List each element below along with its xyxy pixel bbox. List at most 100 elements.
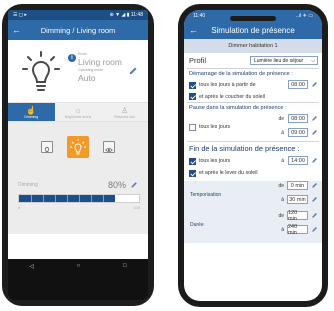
app-bar: ← Simulation de présence xyxy=(184,21,322,39)
back-arrow-icon[interactable]: ← xyxy=(12,25,26,35)
dimming-level-fill xyxy=(19,195,115,202)
start-every-day-row: tous les jours à partir de 08:00 xyxy=(184,79,322,91)
nav-back-icon[interactable]: ◁ xyxy=(29,263,34,270)
scale-min: 0 xyxy=(18,205,21,210)
dimming-label: Dimming xyxy=(18,182,38,188)
system-nav-bar: ◁ ○ □ xyxy=(8,259,148,273)
back-arrow-icon[interactable]: ← xyxy=(189,25,201,35)
hand-icon: ☝ xyxy=(26,105,37,115)
bar-tick xyxy=(79,195,80,202)
tab-label: Dimming xyxy=(24,114,39,119)
pause-every-day-checkbox[interactable] xyxy=(189,123,196,131)
profile-value: Lumière lieu de séjour xyxy=(254,57,304,64)
mode-off-button[interactable] xyxy=(41,141,53,153)
sun-icon: ☼ xyxy=(74,105,82,115)
start-heading: Démarrage de la simulation de présence : xyxy=(189,71,293,77)
tempo-label: Temporisation xyxy=(190,192,222,198)
nav-recent-icon[interactable]: □ xyxy=(123,263,127,269)
walk-icon: ♙ xyxy=(121,105,129,115)
mode-selector xyxy=(8,136,148,158)
edit-pencil-icon[interactable] xyxy=(311,182,318,189)
profile-row: Profil Lumière lieu de séjour ⌵ xyxy=(184,53,322,68)
mode-auto-button[interactable] xyxy=(103,141,115,153)
start-time-field[interactable]: 08:00 xyxy=(288,80,308,89)
eye-icon xyxy=(105,148,113,152)
tab-dimming[interactable]: ☝ Dimming xyxy=(8,103,55,121)
room-label: Room xyxy=(78,52,88,56)
duration-label: Durée xyxy=(190,222,204,228)
mode-label: Operating mode xyxy=(78,68,104,72)
info-icon[interactable]: i xyxy=(68,54,76,62)
android-phone: ☰ ◻ ▸ ⊕ ▼ ◢ ▮ 11:48 ← Dimming / Living r… xyxy=(2,4,154,306)
bar-tick xyxy=(55,195,56,202)
edit-pencil-icon[interactable] xyxy=(311,115,318,122)
after-sunset-checkbox[interactable] xyxy=(189,93,196,100)
status-time: 11:40 xyxy=(193,12,206,19)
tab-presence-simulation[interactable]: ♙ Presence sim. xyxy=(101,103,148,121)
end-every-day-checkbox[interactable] xyxy=(189,157,196,165)
edit-pencil-icon[interactable] xyxy=(311,157,318,164)
profile-select[interactable]: Lumière lieu de séjour ⌵ xyxy=(250,56,318,65)
pause-heading: Pause dans la simulation de présence : xyxy=(189,105,287,111)
end-heading: Fin de la simulation de présence : xyxy=(189,144,300,153)
start-every-day-label: tous les jours à partir de xyxy=(199,82,256,88)
edit-pencil-icon[interactable] xyxy=(311,81,318,88)
end-time-field[interactable]: 14:00 xyxy=(288,156,308,165)
pause-from-label: de xyxy=(278,116,284,122)
tempo-to-label: à xyxy=(281,197,284,203)
bar-tick xyxy=(67,195,68,202)
end-every-day-label: tous les jours xyxy=(199,158,231,164)
tempo-from-label: de xyxy=(278,183,284,189)
status-right: ⊕ ▼ ◢ ▮ 11:48 xyxy=(109,12,143,18)
dimming-value: 80% xyxy=(107,180,126,190)
tab-label: Presence sim. xyxy=(113,114,136,119)
edit-pencil-icon[interactable] xyxy=(311,196,318,203)
phone-chin xyxy=(8,273,148,300)
tab-label: Brightness levels xyxy=(64,114,92,119)
pause-every-day-label: tous les jours xyxy=(199,124,231,130)
dur-to-field[interactable]: 240 min xyxy=(287,224,308,236)
function-tabs: ☝ Dimming ☼ Brightness levels ♙ Presence… xyxy=(8,102,148,122)
tab-brightness-levels[interactable]: ☼ Brightness levels xyxy=(55,103,102,121)
edit-pencil-icon[interactable] xyxy=(311,129,318,136)
pause-to-label: à xyxy=(281,130,284,136)
after-sunset-row: et après le coucher du soleil xyxy=(184,91,322,102)
bulb-on-icon xyxy=(70,139,86,155)
pause-to-field[interactable]: 09:00 xyxy=(288,128,308,137)
tempo-from-field[interactable]: 0 min xyxy=(287,181,308,190)
edit-pencil-icon[interactable] xyxy=(130,181,138,189)
end-at-label: à xyxy=(281,158,284,164)
lightbulb-icon xyxy=(22,51,60,91)
after-sunrise-checkbox[interactable] xyxy=(189,169,196,177)
notch xyxy=(230,16,276,21)
after-sunset-label: et après le coucher du soleil xyxy=(199,93,265,100)
after-sunrise-row: et après le lever du soleil xyxy=(184,167,322,179)
product-screenshot: ☰ ◻ ▸ ⊕ ▼ ◢ ▮ 11:48 ← Dimming / Living r… xyxy=(0,0,334,311)
edit-pencil-icon[interactable] xyxy=(311,212,318,219)
edit-pencil-icon[interactable] xyxy=(311,226,318,233)
iphone-screen: 11:40 ..ıl ✈ ▭ ← Simulation de présence … xyxy=(184,10,322,301)
bar-tick xyxy=(43,195,44,202)
nav-home-icon[interactable]: ○ xyxy=(77,263,81,269)
status-right: ..ıl ✈ ▭ xyxy=(296,12,313,19)
bar-tick xyxy=(103,195,104,202)
mode-on-button[interactable] xyxy=(67,136,89,158)
iphone: 11:40 ..ıl ✈ ▭ ← Simulation de présence … xyxy=(178,4,328,307)
tempo-to-field[interactable]: 30 min xyxy=(287,195,308,204)
status-bar: ☰ ◻ ▸ ⊕ ▼ ◢ ▮ 11:48 xyxy=(8,10,148,20)
after-sunrise-label: et après le lever du soleil xyxy=(199,170,258,176)
start-every-day-checkbox[interactable] xyxy=(189,81,196,89)
dimming-level-bar[interactable] xyxy=(18,194,140,203)
device-header: i Room Living room Operating mode Auto xyxy=(8,40,148,102)
room-value: Living room xyxy=(78,57,122,67)
edit-pencil-icon[interactable] xyxy=(128,66,138,76)
page-title: Dimming / Living room xyxy=(40,25,116,35)
dimming-panel: Dimming 80% 0 100 xyxy=(8,122,148,234)
pause-from-field[interactable]: 08:00 xyxy=(288,114,308,123)
android-screen: ☰ ◻ ▸ ⊕ ▼ ◢ ▮ 11:48 ← Dimming / Living r… xyxy=(8,10,148,300)
chevron-down-icon: ⌵ xyxy=(311,57,315,64)
page-title: Simulation de présence xyxy=(211,25,295,35)
dur-from-field[interactable]: 120 min xyxy=(287,210,308,222)
scale-max: 100 xyxy=(133,205,140,210)
dur-to-label: à xyxy=(281,227,284,233)
